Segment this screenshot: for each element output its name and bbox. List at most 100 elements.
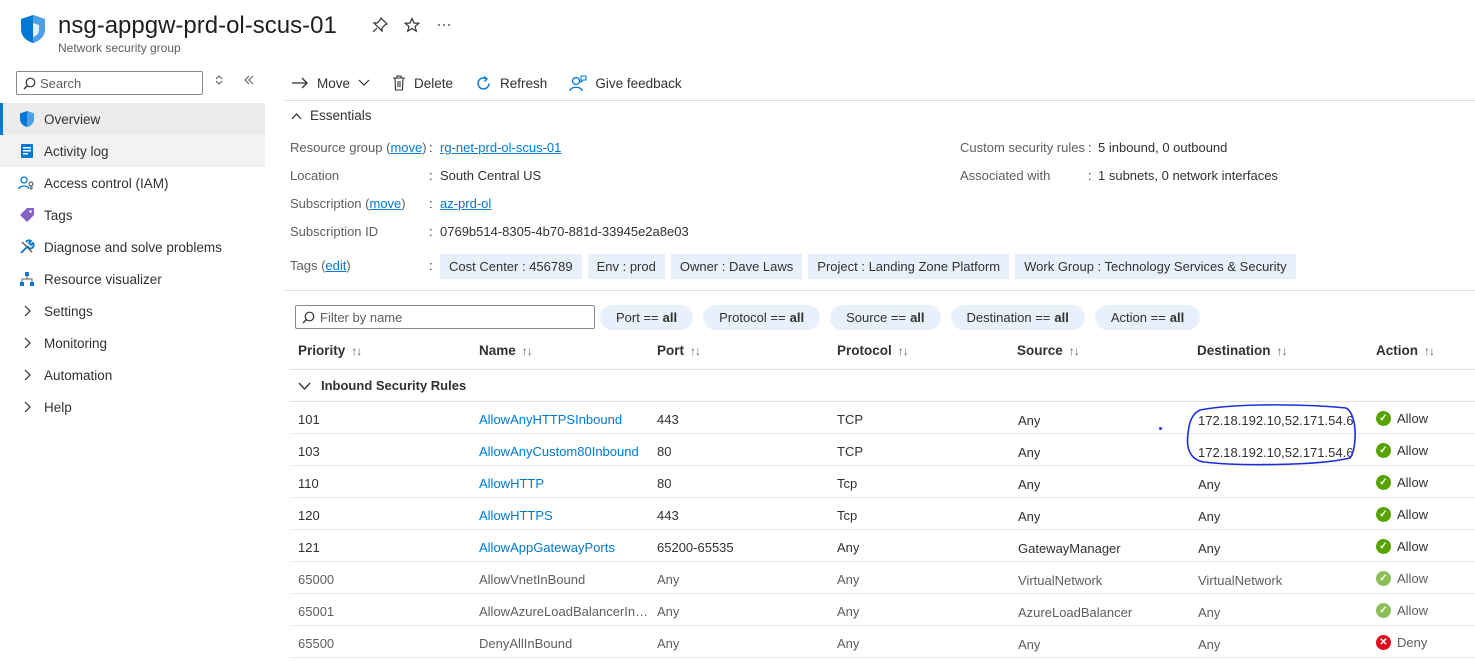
- colon: :: [429, 140, 433, 155]
- column-header-priority[interactable]: Priority ↑↓: [298, 343, 362, 358]
- tag-list: Cost Center : 456789 Env : prod Owner : …: [440, 254, 1296, 279]
- protocol-cell: Any: [837, 540, 860, 555]
- sort-icon: ↑↓: [897, 343, 909, 358]
- give-feedback-button[interactable]: Give feedback: [569, 74, 682, 92]
- source-cell: Any: [1018, 637, 1041, 652]
- sidebar-group-monitoring[interactable]: Monitoring: [0, 327, 265, 359]
- protocol-cell: Tcp: [837, 508, 858, 523]
- sidebar-item-label: Resource visualizer: [44, 271, 162, 287]
- port-filter-pill[interactable]: Port == all: [600, 305, 694, 330]
- star-icon[interactable]: [402, 15, 422, 35]
- column-header-protocol[interactable]: Protocol ↑↓: [837, 343, 909, 358]
- protocol-cell: Any: [837, 572, 860, 587]
- table-row[interactable]: 120 AllowHTTPS 443 Tcp Any Any ✓ Allow: [290, 498, 1475, 530]
- command-bar: Move Delete Refresh Give feedback: [291, 72, 704, 94]
- shield-icon: [18, 110, 36, 128]
- table-row[interactable]: 110 AllowHTTP 80 Tcp Any Any ✓ Allow: [290, 466, 1475, 498]
- destination-filter-pill[interactable]: Destination == all: [950, 305, 1085, 330]
- sort-icon: ↑↓: [1424, 343, 1435, 358]
- port-cell: 443: [657, 508, 679, 523]
- tags-edit-link[interactable]: edit: [325, 258, 346, 273]
- subscription-label: Subscription (move): [290, 196, 406, 211]
- priority-cell: 121: [298, 540, 320, 555]
- filter-by-name[interactable]: [295, 305, 595, 329]
- resource-group-link[interactable]: rg-net-prd-ol-scus-01: [440, 140, 561, 155]
- action-cell: ✕ Deny: [1376, 635, 1427, 650]
- rule-name-link[interactable]: AllowAppGatewayPorts: [479, 540, 651, 555]
- port-cell: 80: [657, 476, 672, 491]
- iam-icon: [18, 174, 36, 192]
- refresh-button[interactable]: Refresh: [475, 75, 547, 92]
- source-filter-pill[interactable]: Source == all: [830, 305, 941, 330]
- sort-icon: ↑↓: [1068, 343, 1080, 358]
- chevron-right-icon: [20, 398, 34, 416]
- colon: :: [429, 258, 433, 273]
- annotation-dot: [1159, 427, 1162, 430]
- resource-group-label: Resource group (move): [290, 140, 427, 155]
- sidebar-item-diagnose[interactable]: Diagnose and solve problems: [0, 231, 265, 263]
- rule-name-link[interactable]: AllowAnyHTTPSInbound: [479, 412, 651, 427]
- check-icon: ✓: [1376, 475, 1391, 490]
- protocol-filter-pill[interactable]: Protocol == all: [703, 305, 821, 330]
- chevron-right-icon: [20, 334, 34, 352]
- column-header-name[interactable]: Name ↑↓: [479, 343, 533, 358]
- column-header-action[interactable]: Action ↑↓: [1376, 343, 1435, 358]
- search-input[interactable]: [40, 75, 190, 91]
- subscription-move-link[interactable]: move: [370, 196, 402, 211]
- sidebar-search[interactable]: [16, 71, 203, 95]
- action-cell: ✓ Allow: [1376, 475, 1428, 490]
- protocol-cell: Any: [837, 636, 860, 651]
- source-cell: Any: [1018, 477, 1041, 492]
- table-row[interactable]: 65500 DenyAllInBound Any Any Any Any ✕ De…: [290, 626, 1475, 658]
- source-cell: GatewayManager: [1018, 541, 1121, 556]
- sidebar-group-settings[interactable]: Settings: [0, 295, 265, 327]
- table-row[interactable]: 121 AllowAppGatewayPorts 65200-65535 Any…: [290, 530, 1475, 562]
- sidebar-nav: Overview Activity log Access control (IA…: [0, 103, 265, 423]
- colon: :: [1088, 140, 1092, 155]
- more-options-icon[interactable]: [434, 15, 454, 35]
- sidebar-item-activity-log[interactable]: Activity log: [0, 135, 265, 167]
- rule-name-link[interactable]: AllowAnyCustom80Inbound: [479, 444, 651, 459]
- sort-toggle-icon[interactable]: [214, 74, 224, 89]
- sidebar-item-access-control[interactable]: Access control (IAM): [0, 167, 265, 199]
- check-icon: ✓: [1376, 411, 1391, 426]
- collapse-sidebar-icon[interactable]: [243, 74, 255, 89]
- sidebar-item-tags[interactable]: Tags: [0, 199, 265, 231]
- resource-group-move-link[interactable]: move: [390, 140, 422, 155]
- chevron-up-icon: [291, 112, 302, 119]
- rule-name: AllowAzureLoadBalancerInBound: [479, 604, 651, 619]
- sidebar-group-automation[interactable]: Automation: [0, 359, 265, 391]
- sidebar-item-resource-visualizer[interactable]: Resource visualizer: [0, 263, 265, 295]
- column-header-port[interactable]: Port ↑↓: [657, 343, 701, 358]
- destination-cell: Any: [1198, 509, 1221, 524]
- sidebar-group-help[interactable]: Help: [0, 391, 265, 423]
- custom-rules-label: Custom security rules: [960, 140, 1085, 155]
- column-header-destination[interactable]: Destination ↑↓: [1197, 343, 1288, 358]
- sidebar-item-overview[interactable]: Overview: [0, 103, 265, 135]
- move-button[interactable]: Move: [291, 76, 370, 91]
- rule-name-link[interactable]: AllowHTTP: [479, 476, 651, 491]
- subscription-link[interactable]: az-prd-ol: [440, 196, 491, 211]
- action-cell: ✓ Allow: [1376, 539, 1428, 554]
- sidebar-item-label: Monitoring: [44, 335, 108, 351]
- inbound-group-toggle[interactable]: Inbound Security Rules: [298, 378, 466, 393]
- location-value: South Central US: [440, 168, 542, 183]
- delete-button[interactable]: Delete: [392, 75, 453, 91]
- essentials-toggle[interactable]: Essentials: [291, 108, 372, 123]
- table-row[interactable]: 65001 AllowAzureLoadBalancerInBound Any …: [290, 594, 1475, 626]
- toolbar-divider: [285, 100, 1475, 101]
- chevron-right-icon: [20, 302, 34, 320]
- visualizer-icon: [18, 270, 36, 288]
- filter-input[interactable]: [320, 309, 580, 325]
- port-cell: Any: [657, 572, 680, 587]
- rule-name-link[interactable]: AllowHTTPS: [479, 508, 651, 523]
- table-row[interactable]: 65000 AllowVnetInBound Any Any VirtualNe…: [290, 562, 1475, 594]
- action-filter-pill[interactable]: Action == all: [1094, 305, 1201, 330]
- sort-icon: ↑↓: [690, 343, 701, 358]
- destination-cell: Any: [1198, 605, 1221, 620]
- pin-icon[interactable]: [370, 15, 390, 35]
- colon: :: [429, 196, 433, 211]
- subscription-id-label: Subscription ID: [290, 224, 379, 239]
- column-header-source[interactable]: Source ↑↓: [1017, 343, 1080, 358]
- port-cell: 65200-65535: [657, 540, 734, 555]
